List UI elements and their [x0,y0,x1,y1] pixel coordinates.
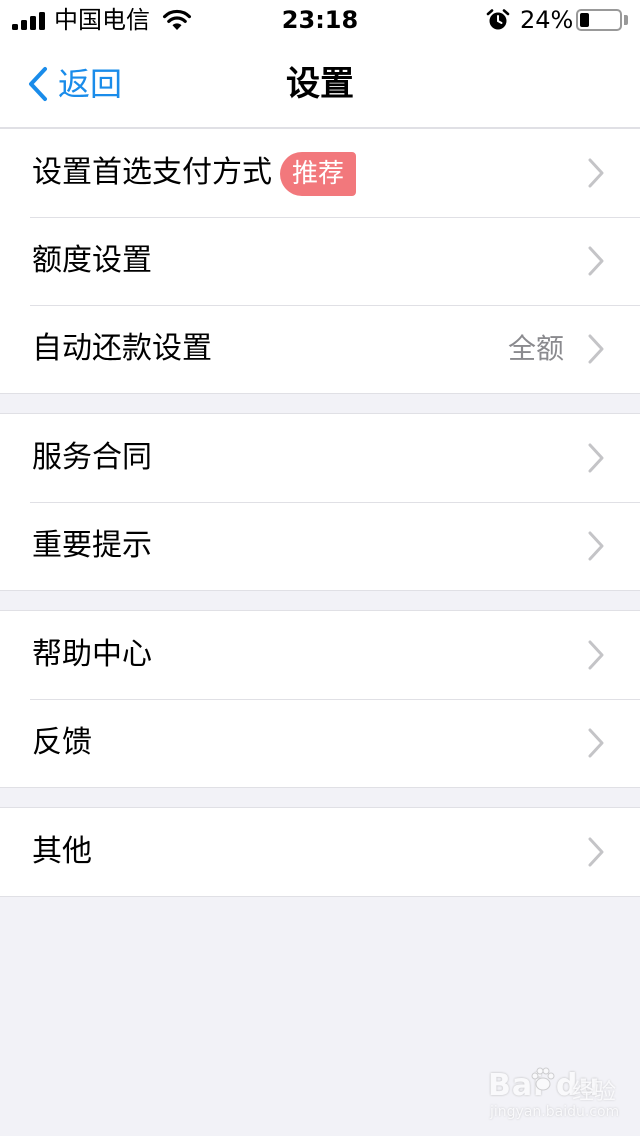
navigation-bar: 返回 设置 [0,40,640,128]
row-label: 重要提示 [32,528,152,563]
settings-group-legal: 服务合同 重要提示 [0,413,640,591]
battery-percent: 24% [520,6,574,34]
chevron-right-icon [588,443,604,473]
settings-group-other: 其他 [0,807,640,897]
row-label: 自动还款设置 [32,331,212,366]
row-auto-repayment[interactable]: 自动还款设置 全额 [0,305,640,393]
alarm-icon [486,9,510,30]
row-label: 服务合同 [32,440,152,475]
row-label: 反馈 [32,725,92,760]
row-label: 额度设置 [32,243,152,278]
chevron-right-icon [588,246,604,276]
row-preferred-payment[interactable]: 设置首选支付方式 推荐 [0,129,640,217]
row-help-center[interactable]: 帮助中心 [0,611,640,699]
watermark-brand: 经验 [572,1080,617,1105]
watermark: Bai du 经验 jingyan.baidu.com [488,1064,620,1124]
row-label: 其他 [32,834,92,869]
row-important-notice[interactable]: 重要提示 [0,502,640,590]
row-service-contract[interactable]: 服务合同 [0,414,640,502]
battery-cap [624,15,628,25]
chevron-right-icon [588,837,604,867]
row-value: 全额 [507,332,564,365]
recommend-badge: 推荐 [280,152,356,196]
battery-icon [576,9,622,31]
row-limit-settings[interactable]: 额度设置 [0,217,640,305]
watermark-url: jingyan.baidu.com [490,1104,620,1120]
row-label: 设置首选支付方式 [32,155,272,190]
chevron-right-icon [588,728,604,758]
page-title: 设置 [286,64,354,104]
status-bar: 中国电信 23:18 24% [0,0,640,40]
chevron-right-icon [588,531,604,561]
row-feedback[interactable]: 反馈 [0,699,640,787]
chevron-right-icon [588,334,604,364]
settings-group-payment: 设置首选支付方式 推荐 额度设置 自动还款设置 全额 [0,128,640,394]
paw-icon [531,1067,555,1091]
settings-group-support: 帮助中心 反馈 [0,610,640,788]
battery-level-fill [580,13,589,27]
chevron-right-icon [588,640,604,670]
row-label: 帮助中心 [32,637,152,672]
chevron-right-icon [588,158,604,188]
row-other[interactable]: 其他 [0,808,640,896]
